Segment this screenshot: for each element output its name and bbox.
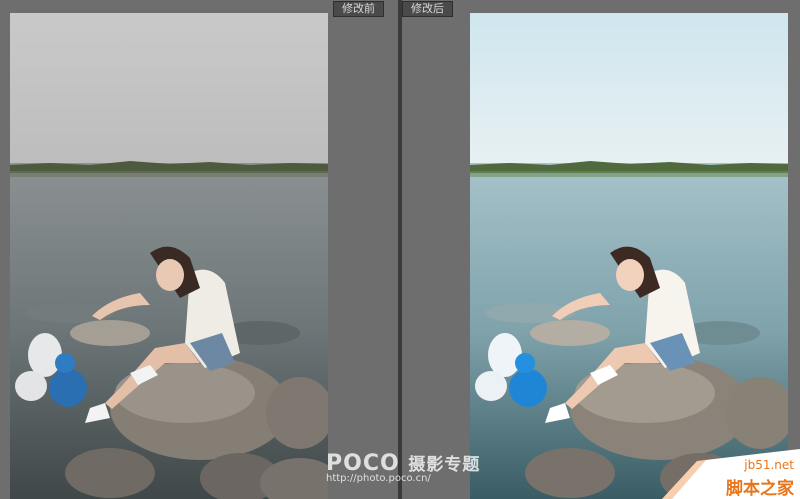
- tab-before[interactable]: 修改前: [333, 1, 384, 17]
- after-pane: 修改后: [402, 0, 800, 499]
- poco-watermark: POCO 摄影专题 http://photo.poco.cn/: [326, 450, 480, 484]
- watermark-title: 摄影专题: [408, 455, 481, 475]
- site-name: 脚本之家: [726, 479, 794, 499]
- before-photo: [10, 13, 328, 499]
- site-badge: jb51.net 脚本之家: [662, 449, 800, 499]
- before-pane: 修改前: [0, 0, 398, 499]
- site-domain: jb51.net: [744, 458, 794, 472]
- after-photo: [470, 13, 788, 499]
- tab-after[interactable]: 修改后: [402, 1, 453, 17]
